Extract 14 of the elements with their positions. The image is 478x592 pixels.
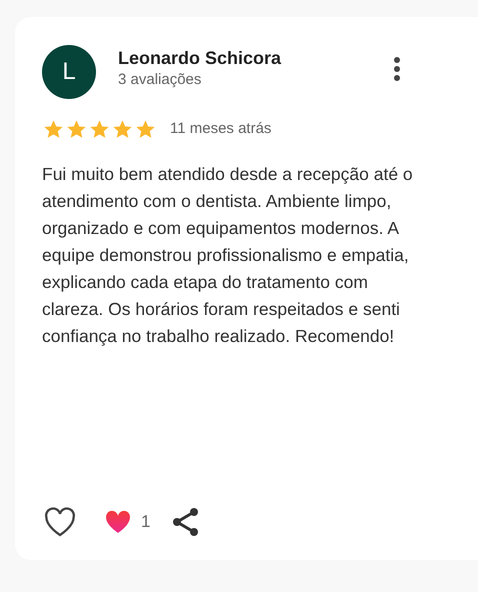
avatar: L [42,45,96,99]
author-name[interactable]: Leonardo Schicora [118,46,282,70]
star-icon [65,118,88,140]
review-time: 11 meses atrás [170,119,272,139]
review-count: 3 avaliações [118,70,202,90]
star-icon [134,118,157,140]
star-icon [111,118,134,140]
star-icon [42,118,65,140]
review-text: Fui muito bem atendido desde a recepção até o atendimento com o dentista. Ambiente limpo, organizado e com equipamentos modernos. A equipe demonstrou profissionalismo e empatia, explicando cada etapa do tratamento com clareza. Os horários foram respeitados e senti confiança no trabalho realizado. Recomendo! [42,162,414,348]
reaction-count: 1 [141,511,150,534]
share-icon[interactable] [172,507,200,537]
star-icon [88,118,111,140]
more-options-icon[interactable] [394,57,400,81]
heart-reaction-icon [105,510,131,534]
